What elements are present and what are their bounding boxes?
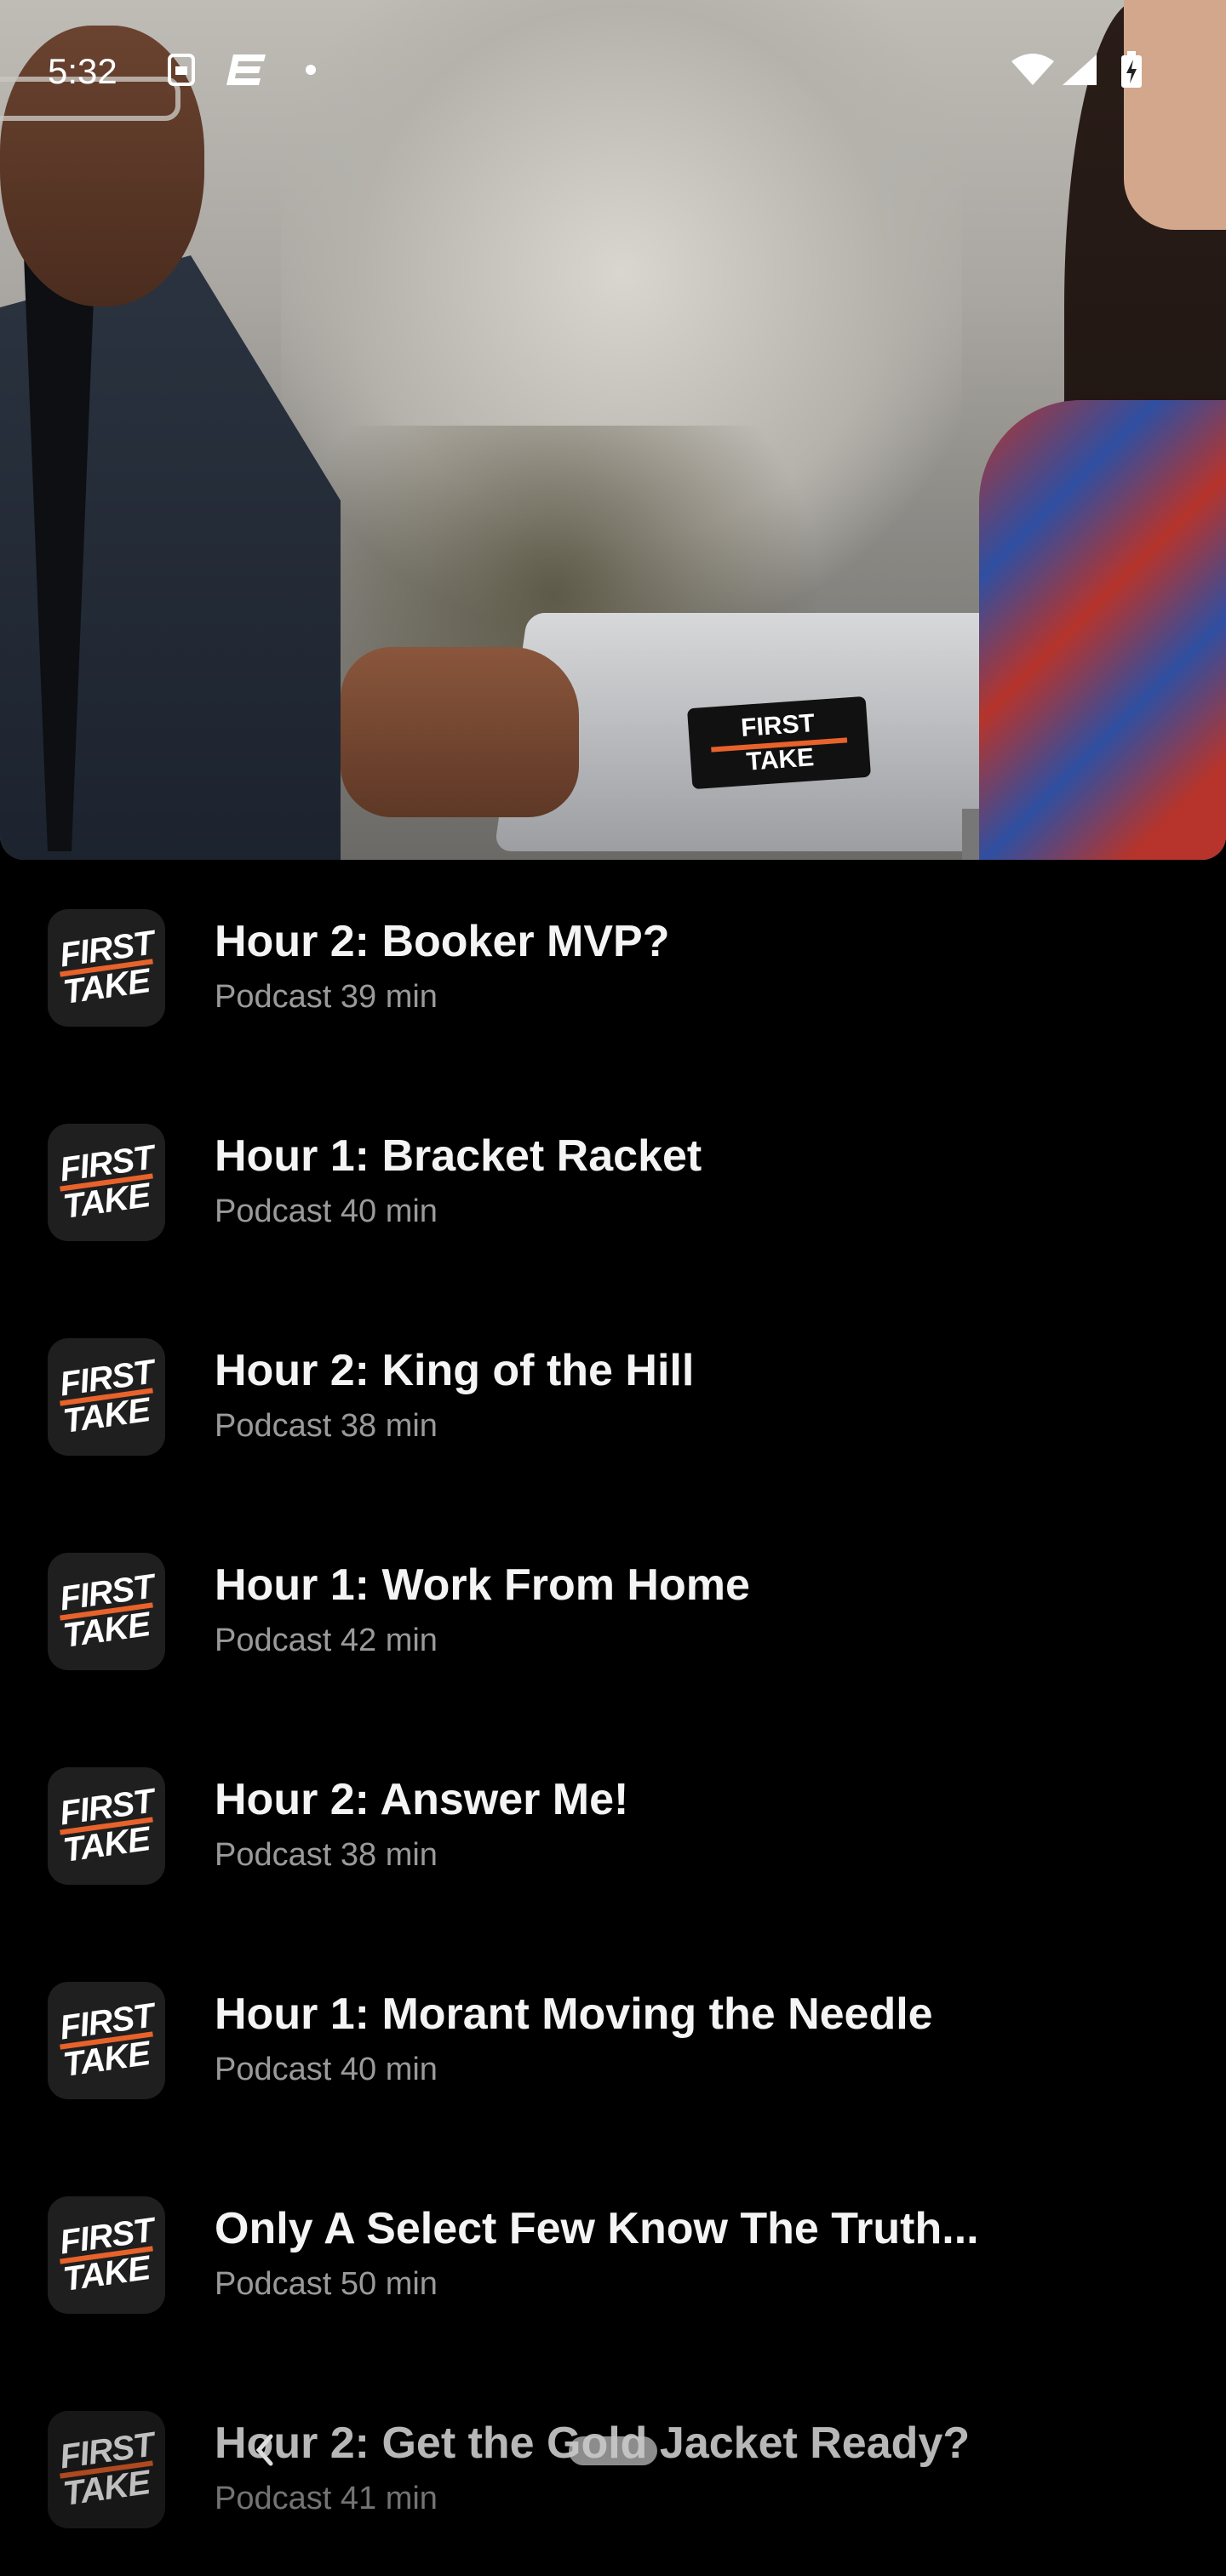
episode-meta: Podcast 50 min bbox=[215, 2266, 438, 2302]
status-bar: 5:32 bbox=[0, 0, 1226, 145]
home-gesture-pill[interactable] bbox=[569, 2436, 657, 2465]
laptop-logo-line1: FIRST bbox=[740, 708, 816, 742]
episode-meta: Podcast 38 min bbox=[215, 1837, 438, 1873]
nav-back-icon[interactable] bbox=[252, 2433, 278, 2467]
episode-title: Hour 1: Bracket Racket bbox=[215, 1131, 702, 1181]
episode-row[interactable]: FIRST TAKE Hour 2: Booker MVP? Podcast 3… bbox=[0, 860, 1226, 1074]
thumb-logo-line2: TAKE bbox=[60, 1391, 152, 1440]
episode-thumbnail: FIRST TAKE bbox=[48, 1124, 165, 1241]
episode-thumbnail: FIRST TAKE bbox=[48, 2196, 165, 2314]
wifi-icon bbox=[1011, 53, 1054, 87]
host-hands bbox=[341, 647, 579, 817]
episode-meta: Podcast 40 min bbox=[215, 1194, 438, 1229]
episode-thumbnail: FIRST TAKE bbox=[48, 1982, 165, 2099]
episode-title: Hour 1: Work From Home bbox=[215, 1560, 750, 1610]
thumb-logo-line2: TAKE bbox=[60, 1606, 152, 1655]
episode-title: Hour 2: Answer Me! bbox=[215, 1775, 629, 1824]
sim-icon bbox=[167, 53, 196, 87]
episode-meta: Podcast 42 min bbox=[215, 1623, 438, 1658]
episode-title: Hour 2: King of the Hill bbox=[215, 1346, 695, 1395]
episode-title: Hour 2: Booker MVP? bbox=[215, 917, 670, 966]
thumb-logo-line2: TAKE bbox=[60, 2035, 152, 2084]
espn-icon bbox=[226, 53, 267, 87]
thumb-logo-line2: TAKE bbox=[60, 1176, 152, 1226]
episode-meta: Podcast 41 min bbox=[215, 2481, 438, 2516]
episode-thumbnail: FIRST TAKE bbox=[48, 2411, 165, 2528]
episode-thumbnail: FIRST TAKE bbox=[48, 1338, 165, 1456]
episode-meta: Podcast 38 min bbox=[215, 1408, 438, 1444]
episode-title: Hour 1: Morant Moving the Needle bbox=[215, 1989, 933, 2039]
episode-row[interactable]: FIRST TAKE Hour 1: Work From Home Podcas… bbox=[0, 1503, 1226, 1718]
episode-row[interactable]: FIRST TAKE Hour 1: Bracket Racket Podcas… bbox=[0, 1074, 1226, 1289]
thumb-logo-line2: TAKE bbox=[60, 2464, 152, 2513]
status-time: 5:32 bbox=[48, 51, 117, 91]
episode-row[interactable]: FIRST TAKE Hour 2: King of the Hill Podc… bbox=[0, 1289, 1226, 1503]
host-right-dress bbox=[979, 400, 1226, 860]
episode-thumbnail: FIRST TAKE bbox=[48, 1553, 165, 1670]
episode-row[interactable]: FIRST TAKE Only A Select Few Know The Tr… bbox=[0, 2147, 1226, 2361]
signal-icon bbox=[1061, 53, 1098, 87]
episode-title: Only A Select Few Know The Truth... bbox=[215, 2204, 979, 2253]
laptop-logo-line2: TAKE bbox=[745, 742, 816, 776]
laptop-logo: FIRST TAKE bbox=[686, 696, 872, 790]
battery-charging-icon bbox=[1120, 51, 1143, 88]
episode-thumbnail: FIRST TAKE bbox=[48, 1767, 165, 1885]
episode-row[interactable]: FIRST TAKE Hour 2: Answer Me! Podcast 38… bbox=[0, 1718, 1226, 1932]
episode-row[interactable]: FIRST TAKE Hour 1: Morant Moving the Nee… bbox=[0, 1932, 1226, 2147]
episode-thumbnail: FIRST TAKE bbox=[48, 909, 165, 1027]
thumb-logo-line2: TAKE bbox=[60, 962, 152, 1011]
thumb-logo-line2: TAKE bbox=[60, 2249, 152, 2298]
thumb-logo-line2: TAKE bbox=[60, 1820, 152, 1869]
episode-meta: Podcast 39 min bbox=[215, 979, 438, 1015]
episode-meta: Podcast 40 min bbox=[215, 2052, 438, 2087]
dot-icon bbox=[305, 53, 317, 87]
episode-row[interactable]: FIRST TAKE Hour 2: Get the Gold Jacket R… bbox=[0, 2361, 1226, 2576]
